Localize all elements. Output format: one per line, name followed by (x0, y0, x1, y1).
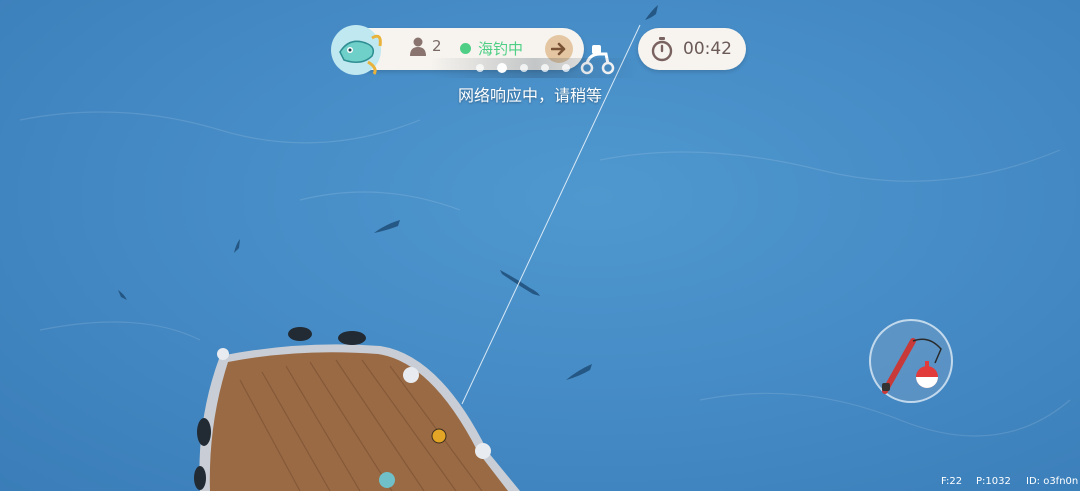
player-count-value: 2 (432, 37, 442, 55)
loading-dot (562, 64, 570, 72)
other-character (379, 472, 395, 488)
fish-shadow (374, 220, 400, 233)
loading-dot (476, 64, 484, 72)
status-dot-icon (460, 43, 471, 54)
player-count: 2 (410, 36, 442, 56)
loading-dots (476, 63, 570, 73)
fish-shadow (500, 270, 540, 296)
fish-shadow (645, 5, 658, 20)
stopwatch-icon (651, 37, 673, 62)
fishing-rod-icon (882, 338, 942, 394)
person-icon (410, 37, 426, 56)
boat (194, 327, 520, 491)
fish-shadow (234, 239, 240, 253)
status-label: 海钓中 (478, 40, 524, 58)
loading-dot (520, 64, 528, 72)
debug-id: ID: o3fn0n (1026, 476, 1079, 487)
fish-badge-icon (331, 25, 382, 75)
debug-ping: P:1032 (976, 476, 1011, 487)
loading-dot (497, 63, 507, 73)
fish-shadow (118, 290, 127, 300)
fishing-status: 海钓中 (460, 38, 523, 59)
fish-shadow (566, 364, 592, 380)
timer-value: 00:42 (683, 39, 732, 59)
player-character (431, 428, 447, 444)
loading-dot (541, 64, 549, 72)
debug-frame: F:22 (941, 476, 963, 487)
arrow-right-icon (551, 42, 566, 56)
network-notice: 网络响应中，请稍等 (458, 86, 603, 105)
fishing-rod-button[interactable] (869, 319, 953, 403)
